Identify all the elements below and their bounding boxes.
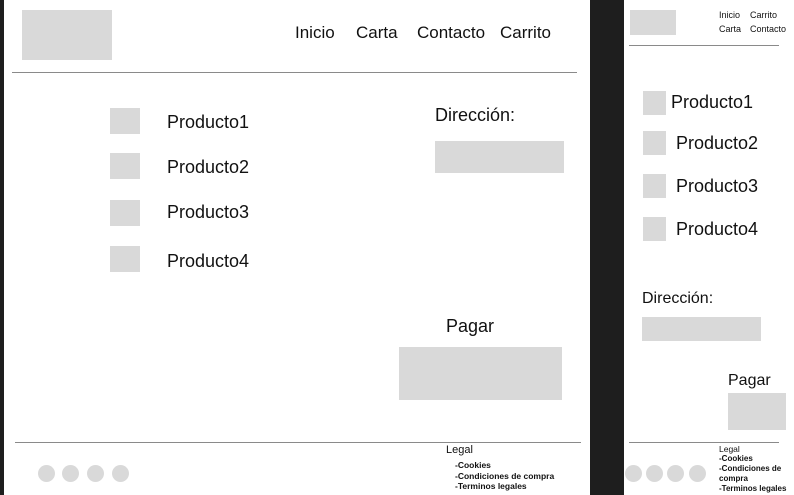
legal-link-terms[interactable]: -Terminos legales: [719, 484, 786, 493]
nav-contacto[interactable]: Contacto: [750, 24, 786, 34]
nav-inicio[interactable]: Inicio: [295, 23, 335, 43]
product-image-placeholder: [110, 108, 140, 134]
desktop-frame: Inicio Carta Contacto Carrito Producto1 …: [4, 0, 590, 495]
address-label: Dirección:: [435, 105, 516, 125]
product-name: Producto2: [676, 133, 759, 153]
social-icon[interactable]: [646, 465, 663, 482]
product-image-placeholder: [110, 153, 140, 179]
product-image-placeholder: [643, 91, 666, 115]
nav-contacto[interactable]: Contacto: [417, 23, 485, 43]
footer-divider: [629, 442, 779, 443]
product-image-placeholder: [110, 246, 140, 272]
address-input[interactable]: [435, 141, 564, 173]
mobile-frame: Inicio Carrito Carta Contacto Producto1 …: [624, 0, 794, 495]
legal-link-terms[interactable]: -Terminos legales: [455, 481, 527, 491]
legal-link-cookies[interactable]: -Cookies: [719, 454, 753, 463]
pay-button[interactable]: [728, 393, 786, 430]
product-name: Producto3: [676, 176, 759, 196]
legal-title: Legal: [719, 444, 740, 454]
social-icon[interactable]: [112, 465, 129, 482]
legal-link-conditions[interactable]: -Condiciones de: [719, 464, 781, 473]
nav-carta[interactable]: Carta: [356, 23, 398, 43]
product-name: Producto3: [167, 202, 250, 222]
address-label: Dirección:: [642, 290, 714, 307]
footer-divider: [15, 442, 581, 443]
product-image-placeholder: [110, 200, 140, 226]
pay-button[interactable]: [399, 347, 562, 400]
nav-carrito[interactable]: Carrito: [750, 10, 777, 20]
product-name: Producto2: [167, 157, 250, 177]
product-name: Producto1: [671, 92, 754, 112]
social-icon[interactable]: [625, 465, 642, 482]
pay-label: Pagar: [728, 372, 771, 389]
logo-placeholder[interactable]: [22, 10, 112, 60]
legal-title: Legal: [446, 444, 473, 456]
social-icon[interactable]: [667, 465, 684, 482]
legal-link-conditions-cont[interactable]: compra: [719, 474, 748, 483]
product-image-placeholder: [643, 217, 666, 241]
social-icon[interactable]: [62, 465, 79, 482]
nav-inicio[interactable]: Inicio: [719, 10, 740, 20]
legal-link-conditions[interactable]: -Condiciones de compra: [455, 471, 554, 481]
pay-label: Pagar: [446, 316, 495, 336]
address-input[interactable]: [642, 317, 761, 341]
social-icon[interactable]: [689, 465, 706, 482]
product-name: Producto4: [676, 219, 759, 239]
nav-carta[interactable]: Carta: [719, 24, 741, 34]
legal-link-cookies[interactable]: -Cookies: [455, 460, 491, 470]
product-name: Producto4: [167, 251, 250, 271]
header-divider: [12, 72, 577, 73]
nav-carrito[interactable]: Carrito: [500, 23, 551, 43]
social-icon[interactable]: [87, 465, 104, 482]
product-image-placeholder: [643, 131, 666, 155]
header-divider: [629, 45, 779, 46]
logo-placeholder[interactable]: [630, 10, 676, 35]
product-image-placeholder: [643, 174, 666, 198]
social-icon[interactable]: [38, 465, 55, 482]
product-name: Producto1: [167, 112, 250, 132]
